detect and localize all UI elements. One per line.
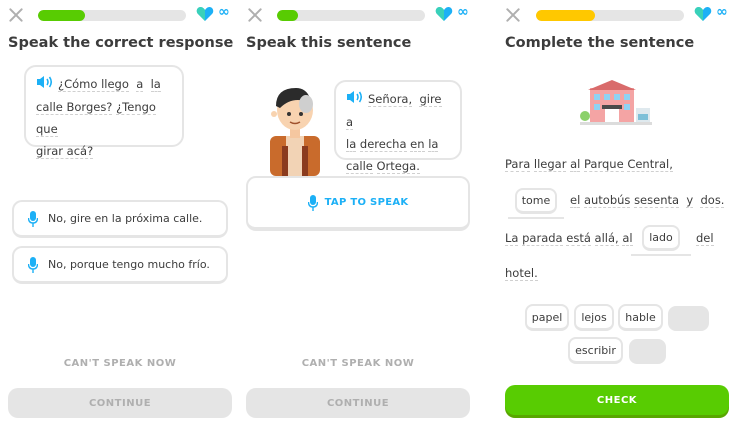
word[interactable]: del bbox=[696, 231, 714, 246]
heart-icon bbox=[196, 7, 214, 21]
word-bank-chip[interactable]: hable bbox=[618, 304, 663, 331]
speech-bubble[interactable]: ¿Cómo llego a la calle Borges? ¿Tengo qu… bbox=[24, 65, 184, 159]
sentence-line: Para llegar al Parque Central, bbox=[505, 157, 673, 172]
word[interactable]: gire bbox=[419, 92, 442, 107]
word[interactable]: Parque bbox=[584, 157, 624, 172]
progress-fill bbox=[536, 10, 596, 21]
sentence-line: hotel. bbox=[505, 266, 538, 281]
cant-speak-now-button[interactable]: CAN'T SPEAK NOW bbox=[246, 358, 470, 369]
page-title: Speak the correct response bbox=[8, 35, 234, 51]
word[interactable]: el bbox=[570, 193, 581, 208]
check-button[interactable]: CHECK bbox=[505, 385, 729, 415]
answer-slot-filled[interactable]: lado bbox=[642, 225, 680, 251]
microphone-icon bbox=[307, 194, 318, 211]
blank-underline bbox=[508, 217, 564, 219]
heart-icon bbox=[435, 7, 453, 21]
answer-option[interactable]: No, gire en la próxima calle. bbox=[12, 200, 228, 238]
word[interactable]: calle Borges? bbox=[36, 99, 113, 115]
progress-bar bbox=[536, 10, 684, 21]
speak-response-panel: ∞ Speak the correct response ¿Cómo llego… bbox=[0, 0, 240, 425]
page-title: Complete the sentence bbox=[505, 35, 695, 51]
word-bank-empty-slot bbox=[629, 339, 666, 364]
close-icon[interactable] bbox=[7, 6, 25, 24]
word[interactable]: y bbox=[686, 193, 694, 208]
word[interactable]: está bbox=[566, 231, 591, 246]
sentence-line: La parada está allá, al bbox=[505, 231, 633, 246]
page-title: Speak this sentence bbox=[246, 35, 412, 51]
microphone-icon bbox=[28, 210, 38, 227]
word[interactable]: calle bbox=[346, 158, 373, 174]
cant-speak-now-button[interactable]: CAN'T SPEAK NOW bbox=[8, 358, 232, 369]
speak-sentence-panel: ∞ Speak this sentence Señora, gire a la … bbox=[240, 0, 490, 425]
word-bank-chip[interactable]: escribir bbox=[568, 337, 623, 364]
word[interactable]: Central, bbox=[627, 157, 673, 172]
word[interactable]: a bbox=[346, 114, 354, 130]
word[interactable]: en bbox=[410, 136, 425, 152]
infinity-icon: ∞ bbox=[457, 4, 469, 20]
infinity-icon: ∞ bbox=[716, 4, 728, 20]
speaker-icon[interactable] bbox=[36, 74, 54, 96]
word-bank-empty-slot bbox=[668, 306, 709, 331]
option-label: No, gire en la próxima calle. bbox=[48, 212, 203, 225]
word[interactable]: allá, bbox=[594, 231, 619, 246]
tap-to-speak-label: TAP TO SPEAK bbox=[324, 197, 409, 208]
word[interactable]: derecha bbox=[359, 136, 407, 152]
word[interactable]: la bbox=[428, 136, 439, 152]
word[interactable]: ¿Cómo llego bbox=[58, 77, 129, 92]
word[interactable]: girar acá? bbox=[36, 143, 94, 159]
word[interactable]: la bbox=[150, 77, 161, 92]
word-bank-chip[interactable]: lejos bbox=[574, 304, 614, 331]
word[interactable]: sesenta bbox=[634, 193, 680, 208]
word[interactable]: Para bbox=[505, 157, 531, 172]
tap-to-speak-button[interactable]: TAP TO SPEAK bbox=[246, 176, 470, 231]
word[interactable]: dos. bbox=[700, 193, 725, 208]
continue-button[interactable]: CONTINUE bbox=[8, 388, 232, 418]
word[interactable]: Ortega. bbox=[376, 158, 420, 174]
word[interactable]: a bbox=[136, 77, 144, 92]
word[interactable]: autobús bbox=[583, 193, 631, 208]
continue-button[interactable]: CONTINUE bbox=[246, 388, 470, 418]
word[interactable]: parada bbox=[522, 231, 563, 246]
infinity-icon: ∞ bbox=[218, 4, 230, 20]
word[interactable]: al bbox=[622, 231, 633, 246]
word[interactable]: al bbox=[570, 157, 581, 172]
word[interactable]: hotel. bbox=[505, 266, 538, 281]
close-icon[interactable] bbox=[246, 6, 264, 24]
sentence-line: el autobús sesenta y dos. bbox=[570, 193, 725, 208]
answer-option[interactable]: No, porque tengo mucho frío. bbox=[12, 246, 228, 284]
blank-underline bbox=[631, 254, 691, 256]
word[interactable]: Señora, bbox=[368, 92, 413, 107]
answer-slot-filled[interactable]: tome bbox=[515, 188, 557, 214]
word[interactable]: llegar bbox=[533, 157, 567, 172]
speaker-icon[interactable] bbox=[346, 89, 364, 111]
progress-fill bbox=[277, 10, 298, 21]
close-icon[interactable] bbox=[504, 6, 522, 24]
sentence-line: del bbox=[696, 231, 714, 246]
hotel-illustration bbox=[580, 80, 652, 125]
speech-bubble[interactable]: Señora, gire a la derecha en la calle Or… bbox=[334, 80, 462, 174]
complete-sentence-panel: ∞ Complete the sentence Para llegar al P… bbox=[490, 0, 740, 425]
word[interactable]: La bbox=[505, 231, 519, 246]
word[interactable]: la bbox=[346, 136, 357, 152]
word-bank-chip[interactable]: papel bbox=[525, 304, 569, 331]
microphone-icon bbox=[28, 256, 38, 273]
progress-bar bbox=[38, 10, 186, 21]
progress-bar bbox=[277, 10, 425, 21]
progress-fill bbox=[38, 10, 86, 21]
option-label: No, porque tengo mucho frío. bbox=[48, 258, 210, 271]
character-illustration bbox=[270, 88, 320, 176]
heart-icon bbox=[694, 7, 712, 21]
